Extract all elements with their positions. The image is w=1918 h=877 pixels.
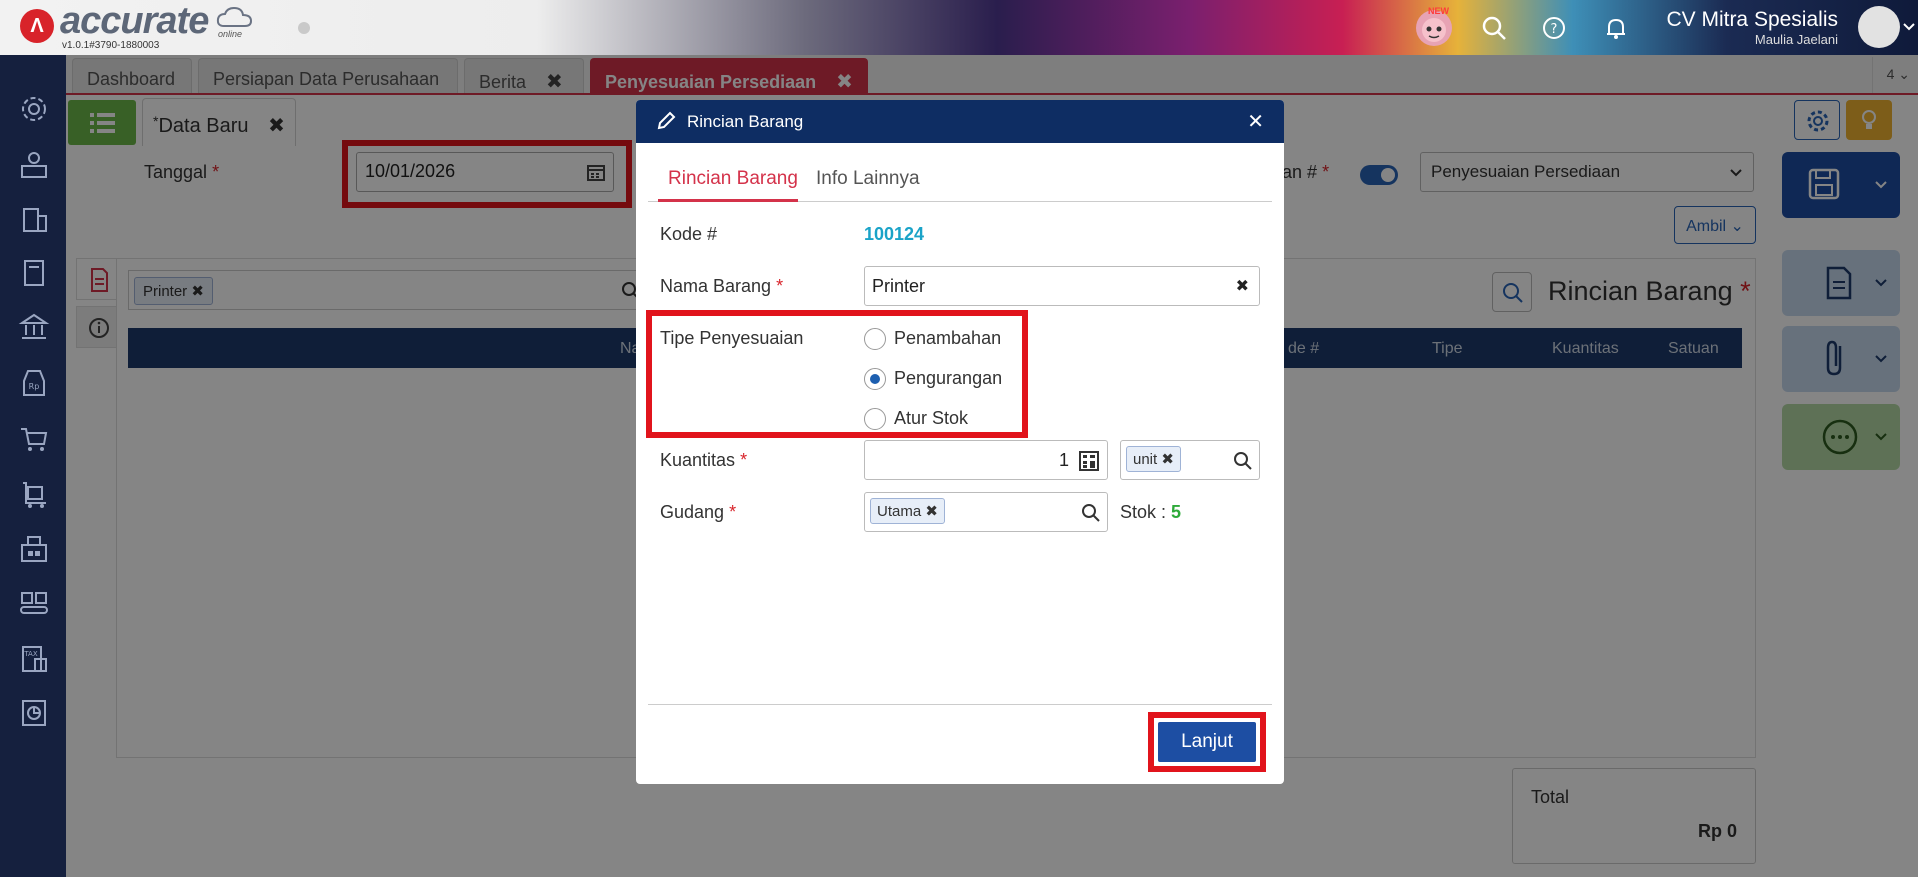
radio-pengurangan[interactable] [864, 368, 886, 390]
kode-label: Kode # [660, 224, 718, 244]
status-dot [298, 22, 310, 34]
top-bar: Λ accurate online v1.0.1#3790-1880003 NE… [0, 0, 1918, 55]
nama-barang-label-text: Nama Barang [660, 276, 772, 296]
avatar[interactable] [1858, 6, 1900, 48]
radio-penambahan-label[interactable]: Penambahan [894, 328, 1001, 349]
search-icon[interactable] [1480, 14, 1508, 42]
tab-info-lainnya[interactable]: Info Lainnya [816, 168, 920, 190]
active-tab-indicator [658, 199, 798, 202]
conveyor-icon[interactable] [18, 587, 50, 619]
kuantitas-label: Kuantitas * [660, 450, 747, 471]
radio-atur-stok-label[interactable]: Atur Stok [894, 408, 968, 429]
unit-chip: unit ✖ [1126, 446, 1181, 472]
tax-icon[interactable]: TAX [18, 643, 50, 675]
gear-icon[interactable] [18, 93, 50, 125]
price-tag-icon[interactable]: Rp [18, 367, 50, 399]
logo-text: accurate [60, 0, 209, 42]
company-info[interactable]: CV Mitra Spesialis Maulia Jaelani [1666, 8, 1838, 47]
accurate-logo-icon[interactable]: Λ [20, 9, 54, 43]
cart-icon[interactable] [18, 423, 50, 455]
chevron-down-icon[interactable] [1902, 20, 1916, 34]
version-text: v1.0.1#3790-1880003 [62, 40, 160, 51]
kuantitas-input[interactable]: 1 [864, 440, 1108, 480]
highlight-box-lanjut: Lanjut [1148, 712, 1266, 772]
required-mark: * [729, 502, 737, 522]
required-mark: * [776, 276, 784, 296]
stok-label: Stok : [1120, 502, 1167, 522]
tipe-penyesuaian-label: Tipe Penyesuaian [660, 328, 804, 348]
logo-online-text: online [218, 29, 243, 39]
stok-value: 5 [1171, 502, 1182, 522]
gudang-label: Gudang * [660, 502, 736, 523]
close-icon[interactable]: ✖ [925, 503, 938, 520]
modal-tabs: Rincian Barang Info Lainnya [648, 160, 1272, 202]
building-icon[interactable] [18, 203, 50, 235]
radio-atur-stok[interactable] [864, 408, 886, 430]
user-name: Maulia Jaelani [1754, 32, 1838, 47]
pencil-icon [656, 111, 676, 131]
close-icon[interactable]: ✖ [1161, 451, 1174, 468]
kode-value: 100124 [864, 224, 925, 244]
cloud-icon [216, 6, 254, 28]
nama-barang-value: Printer [872, 276, 926, 296]
radio-penambahan[interactable] [864, 328, 886, 350]
modal-footer-divider [648, 704, 1272, 705]
modal-header: Rincian Barang ✕ [636, 100, 1284, 143]
nama-barang-input[interactable]: Printer ✖ [864, 266, 1260, 306]
svg-text:TAX: TAX [23, 650, 38, 658]
kuantitas-label-text: Kuantitas [660, 450, 736, 470]
bank-icon[interactable] [18, 311, 50, 343]
report-icon[interactable] [18, 697, 50, 729]
bell-icon[interactable] [1602, 14, 1630, 42]
modal-title: Rincian Barang [687, 112, 804, 131]
stok-info: Stok : 5 [1120, 502, 1181, 523]
lanjut-button[interactable]: Lanjut [1158, 722, 1256, 762]
calculator-icon[interactable] [1079, 451, 1099, 471]
close-icon[interactable]: ✕ [1247, 109, 1264, 134]
chip-label: Utama [877, 503, 922, 520]
help-icon[interactable]: ? [1540, 14, 1568, 42]
chip-label: unit [1133, 451, 1158, 468]
radio-pengurangan-label[interactable]: Pengurangan [894, 368, 1002, 389]
rincian-barang-modal: Rincian Barang ✕ Rincian Barang Info Lai… [636, 100, 1284, 784]
trolley-icon[interactable] [18, 479, 50, 511]
sidebar: Rp TAX [0, 55, 66, 877]
svg-text:?: ? [1551, 22, 1558, 37]
kuantitas-value: 1 [1058, 450, 1069, 470]
clear-icon[interactable]: ✖ [1236, 276, 1249, 296]
nama-barang-label: Nama Barang * [660, 276, 783, 297]
gudang-label-text: Gudang [660, 502, 725, 522]
gudang-chip: Utama ✖ [870, 498, 945, 524]
book-icon[interactable] [18, 257, 50, 289]
company-name: CV Mitra Spesialis [1666, 8, 1838, 31]
svg-text:Rp: Rp [29, 382, 40, 391]
search-icon[interactable] [1233, 451, 1253, 471]
warehouse-icon[interactable] [18, 533, 50, 565]
new-badge: NEW [1428, 6, 1449, 16]
tab-rincian-barang[interactable]: Rincian Barang [668, 168, 798, 190]
required-mark: * [740, 450, 748, 470]
search-icon[interactable] [1081, 503, 1101, 523]
user-money-icon[interactable] [18, 149, 50, 181]
